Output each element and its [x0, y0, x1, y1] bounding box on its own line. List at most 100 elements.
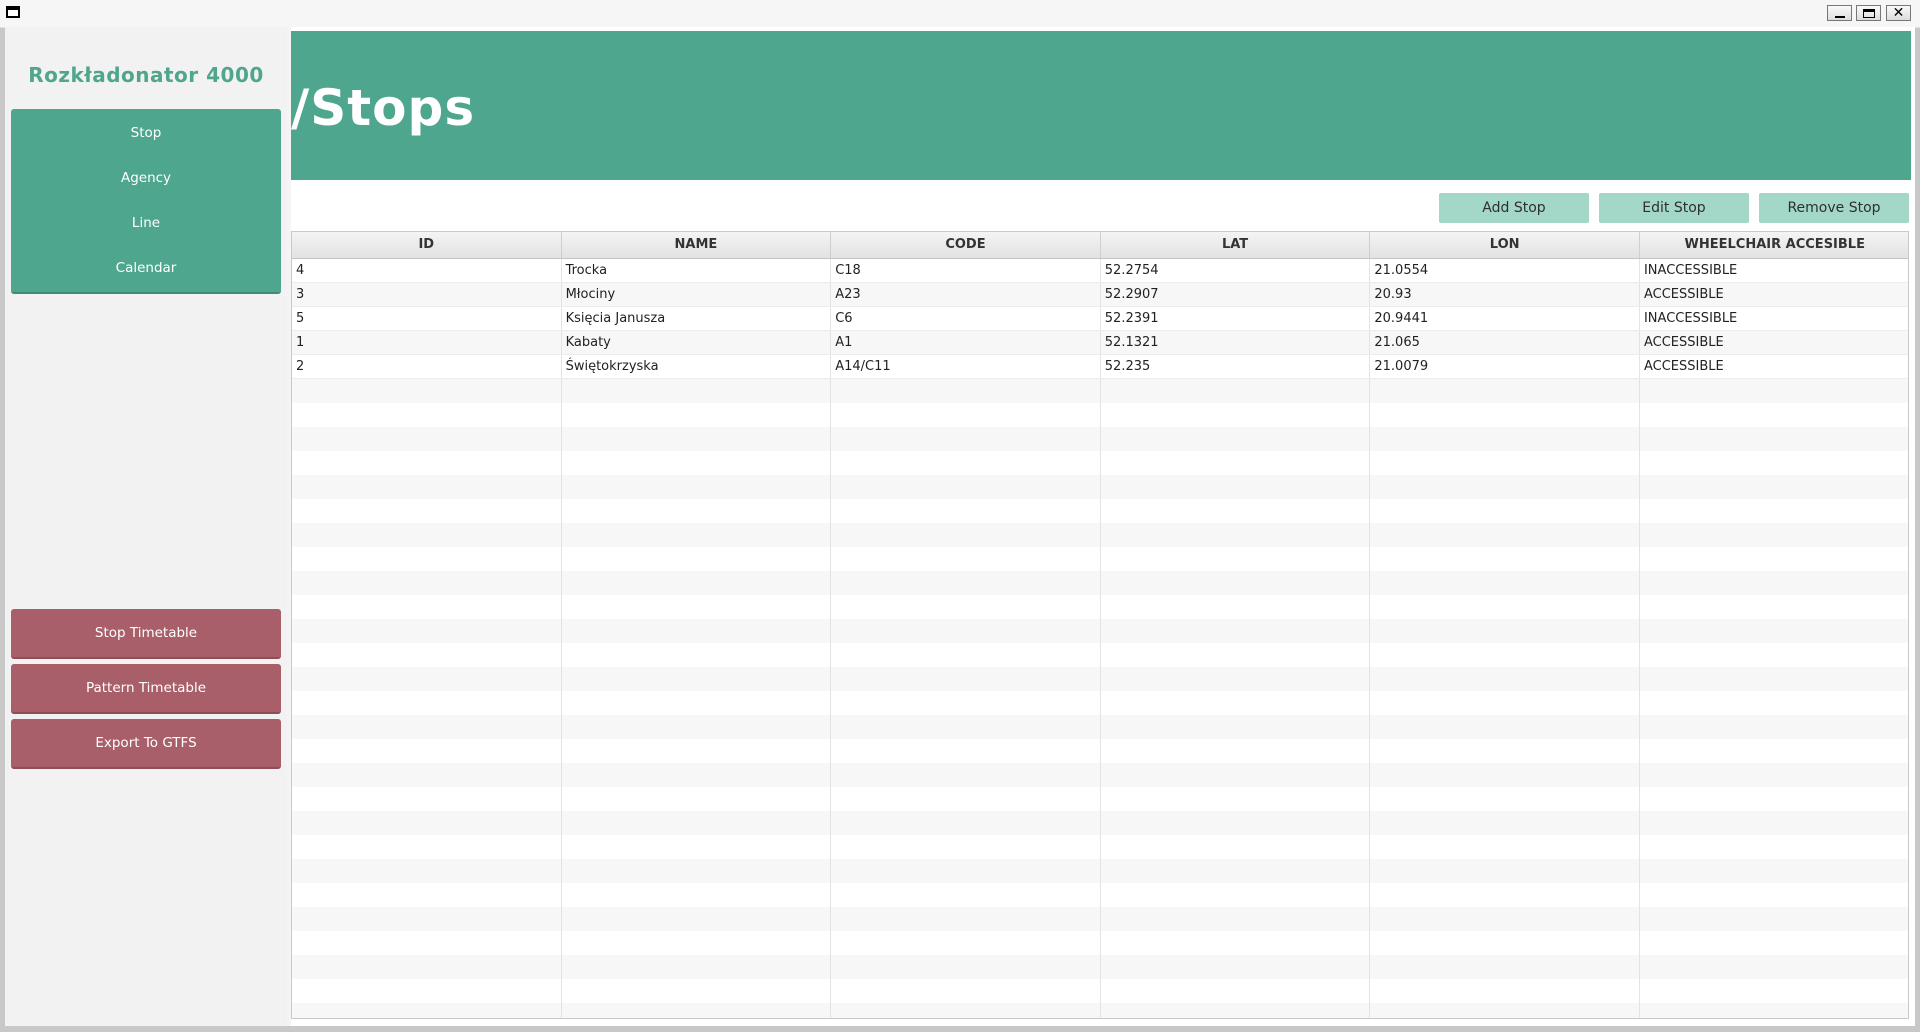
stop-timetable-button[interactable]: Stop Timetable: [11, 609, 281, 659]
add-stop-button[interactable]: Add Stop: [1439, 193, 1589, 223]
page-header: /Stops: [291, 31, 1911, 180]
empty-cell: [1101, 571, 1371, 595]
empty-cell: [1101, 907, 1371, 931]
empty-cell: [831, 979, 1101, 1003]
table-row[interactable]: 4 Trocka C18 52.2754 21.0554 INACCESSIBL…: [292, 259, 1908, 283]
empty-cell: [1370, 955, 1640, 979]
empty-cell: [1640, 571, 1908, 595]
empty-cell: [562, 955, 832, 979]
sidebar: Rozkładonator 4000 Stop Agency Line Cale…: [5, 27, 287, 1026]
empty-table-row: [292, 835, 1908, 859]
empty-cell: [1101, 859, 1371, 883]
empty-cell: [1640, 835, 1908, 859]
app-window-icon: [6, 6, 20, 18]
empty-cell: [562, 979, 832, 1003]
empty-cell: [562, 859, 832, 883]
empty-cell: [831, 859, 1101, 883]
empty-cell: [1101, 595, 1371, 619]
empty-table-row: [292, 787, 1908, 811]
nav-line-button[interactable]: Line: [11, 199, 281, 249]
empty-cell: [831, 907, 1101, 931]
edit-stop-button[interactable]: Edit Stop: [1599, 193, 1749, 223]
empty-cell: [1370, 1003, 1640, 1018]
remove-stop-button[interactable]: Remove Stop: [1759, 193, 1909, 223]
empty-cell: [831, 571, 1101, 595]
empty-cell: [1640, 427, 1908, 451]
empty-cell: [1101, 619, 1371, 643]
empty-cell: [1101, 715, 1371, 739]
empty-table-row: [292, 1003, 1908, 1018]
empty-cell: [1640, 451, 1908, 475]
nav-agency-button[interactable]: Agency: [11, 154, 281, 204]
empty-cell: [1640, 619, 1908, 643]
maximize-button[interactable]: [1856, 5, 1881, 21]
empty-cell: [1370, 931, 1640, 955]
cell-code: C6: [831, 307, 1101, 330]
empty-cell: [292, 451, 562, 475]
empty-cell: [292, 979, 562, 1003]
empty-cell: [1370, 571, 1640, 595]
empty-cell: [562, 763, 832, 787]
empty-cell: [1640, 547, 1908, 571]
empty-table-row: [292, 955, 1908, 979]
empty-cell: [562, 907, 832, 931]
empty-table-row: [292, 499, 1908, 523]
empty-cell: [292, 859, 562, 883]
empty-cell: [1370, 907, 1640, 931]
empty-table-row: [292, 667, 1908, 691]
empty-table-row: [292, 883, 1908, 907]
cell-lon: 20.9441: [1370, 307, 1640, 330]
empty-cell: [1370, 595, 1640, 619]
cell-name: Świętokrzyska: [562, 355, 832, 378]
cell-lat: 52.2754: [1101, 259, 1371, 282]
cell-lon: 20.93: [1370, 283, 1640, 306]
column-header-name[interactable]: NAME: [562, 232, 832, 258]
pattern-timetable-button[interactable]: Pattern Timetable: [11, 664, 281, 714]
column-header-lat[interactable]: LAT: [1101, 232, 1371, 258]
table-row[interactable]: 2 Świętokrzyska A14/C11 52.235 21.0079 A…: [292, 355, 1908, 379]
column-header-id[interactable]: ID: [292, 232, 562, 258]
table-row[interactable]: 3 Młociny A23 52.2907 20.93 ACCESSIBLE: [292, 283, 1908, 307]
cell-wheelchair: ACCESSIBLE: [1643, 287, 1724, 302]
empty-cell: [1370, 667, 1640, 691]
column-header-wheelchair[interactable]: WHEELCHAIR ACCESIBLE: [1640, 232, 1908, 258]
cell-name: Księcia Janusza: [562, 307, 832, 330]
empty-cell: [292, 715, 562, 739]
empty-cell: [1101, 499, 1371, 523]
close-button[interactable]: ✕: [1886, 5, 1911, 21]
stops-table[interactable]: ID NAME CODE LAT LON WHEELCHAIR ACCESIBL…: [291, 231, 1909, 1019]
empty-cell: [292, 763, 562, 787]
minimize-button[interactable]: [1827, 5, 1852, 21]
empty-cell: [1101, 667, 1371, 691]
empty-cell: [292, 571, 562, 595]
cell-wheelchair: ACCESSIBLE: [1643, 359, 1724, 374]
empty-cell: [1640, 595, 1908, 619]
empty-cell: [1640, 763, 1908, 787]
empty-cell: [562, 1003, 832, 1018]
empty-cell: [1640, 1003, 1908, 1018]
empty-cell: [1370, 787, 1640, 811]
export-gtfs-button[interactable]: Export To GTFS: [11, 719, 281, 769]
cell-code: A1: [831, 331, 1101, 354]
empty-cell: [1640, 691, 1908, 715]
cell-wheelchair: ACCESSIBLE: [1643, 335, 1724, 350]
empty-table-row: [292, 595, 1908, 619]
cell-id: 5: [292, 307, 562, 330]
empty-table-row: [292, 739, 1908, 763]
empty-table-row: [292, 547, 1908, 571]
table-row[interactable]: 5 Księcia Janusza C6 52.2391 20.9441 INA…: [292, 307, 1908, 331]
column-header-code[interactable]: CODE: [831, 232, 1101, 258]
close-icon: ✕: [1892, 5, 1905, 21]
table-header: ID NAME CODE LAT LON WHEELCHAIR ACCESIBL…: [292, 232, 1908, 259]
column-header-lon[interactable]: LON: [1370, 232, 1640, 258]
empty-cell: [1101, 403, 1371, 427]
nav-stop-button[interactable]: Stop: [11, 109, 281, 159]
cell-lat: 52.1321: [1101, 331, 1371, 354]
empty-cell: [831, 835, 1101, 859]
table-row[interactable]: 1 Kabaty A1 52.1321 21.065 ACCESSIBLE: [292, 331, 1908, 355]
empty-cell: [831, 883, 1101, 907]
nav-calendar-button[interactable]: Calendar: [11, 244, 281, 294]
empty-cell: [562, 571, 832, 595]
empty-cell: [1101, 643, 1371, 667]
empty-cell: [562, 403, 832, 427]
